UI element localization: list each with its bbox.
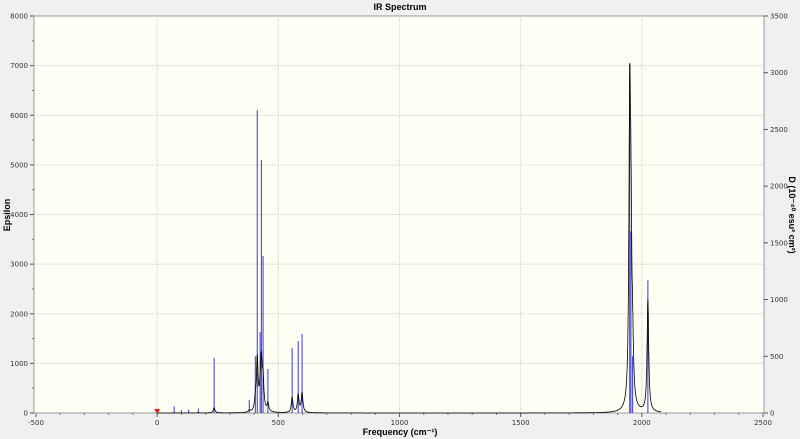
x-tick-label: 0 [155,419,159,427]
y-tick-label: 3000 [10,261,28,269]
y2-tick-label: 1500 [770,239,788,247]
y2-tick-label: 2000 [770,183,788,191]
ir-spectrum-chart: -500 0 500 1000 1500 2000 2500 010002000300040… [2,2,797,437]
x-axis-label: Frequency (cm⁻¹) [363,427,438,437]
y2-tick-label: 500 [770,353,783,361]
x-tick-label: -500 [28,419,44,427]
x-tick-label: 1000 [391,419,409,427]
y2-tick-label: 2500 [770,126,788,134]
y-tick-label: 4000 [10,211,28,219]
y2-tick-label: 1000 [770,296,788,304]
x-axis: -500 0 500 1000 1500 2000 2500 [28,413,772,427]
x-tick-label: 2500 [754,419,772,427]
y2-axis-label: D (10⁻⁴⁰ esu² cm²) [787,176,797,253]
y-axis-left: 0 1000 2000 3000 4000 5000 6000 7000 8000 [10,13,34,418]
y-tick-label: 8000 [10,13,28,21]
y-tick-label: 6000 [10,112,28,120]
y-tick-label: 5000 [10,161,28,169]
y-axis-right: 0 500 1000 1500 2000 2500 3000 3500 [764,13,788,418]
x-tick-label: 1500 [512,419,530,427]
y-tick-label: 1000 [10,360,28,368]
x-tick-label: 2000 [633,419,651,427]
x-tick-label: 500 [272,419,285,427]
y2-tick-label: 3500 [770,13,788,21]
y-tick-label: 0 [24,410,28,418]
chart-title: IR Spectrum [373,2,426,12]
y2-tick-label: 0 [770,410,774,418]
y-tick-label: 2000 [10,310,28,318]
y-tick-label: 7000 [10,62,28,70]
y-axis-label: Epsilon [2,199,12,232]
y2-tick-label: 3000 [770,69,788,77]
